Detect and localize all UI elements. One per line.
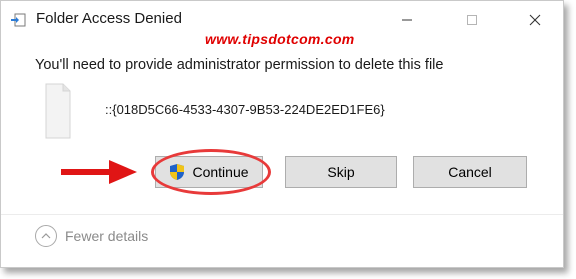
maximize-button[interactable] [458,7,486,33]
close-button[interactable] [521,7,549,33]
permission-message: You'll need to provide administrator per… [35,57,444,73]
close-icon [529,14,541,26]
maximize-icon [467,15,477,25]
file-name: ::{018D5C66-4533-4307-9B53-224DE2ED1FE6} [105,102,385,117]
minimize-button[interactable] [393,7,421,33]
fewer-details-label: Fewer details [65,228,149,244]
continue-label: Continue [192,164,249,180]
skip-label: Skip [327,164,355,180]
cancel-button[interactable]: Cancel [413,156,527,188]
window-title: Folder Access Denied [36,10,182,27]
footer-divider [1,214,563,215]
chevron-up-icon [35,225,57,247]
skip-button[interactable]: Skip [285,156,397,188]
red-arrow-annotation [61,160,137,184]
folder-access-denied-dialog: Folder Access Denied www.tipsdotcom.com … [0,0,564,268]
continue-button[interactable]: Continue [155,156,263,188]
uac-shield-icon [170,164,185,180]
minimize-icon [402,19,412,21]
file-move-icon [11,13,26,27]
fewer-details-toggle[interactable]: Fewer details [35,225,148,247]
watermark-text: www.tipsdotcom.com [205,31,355,47]
blank-file-icon [45,83,71,139]
cancel-label: Cancel [448,164,492,180]
